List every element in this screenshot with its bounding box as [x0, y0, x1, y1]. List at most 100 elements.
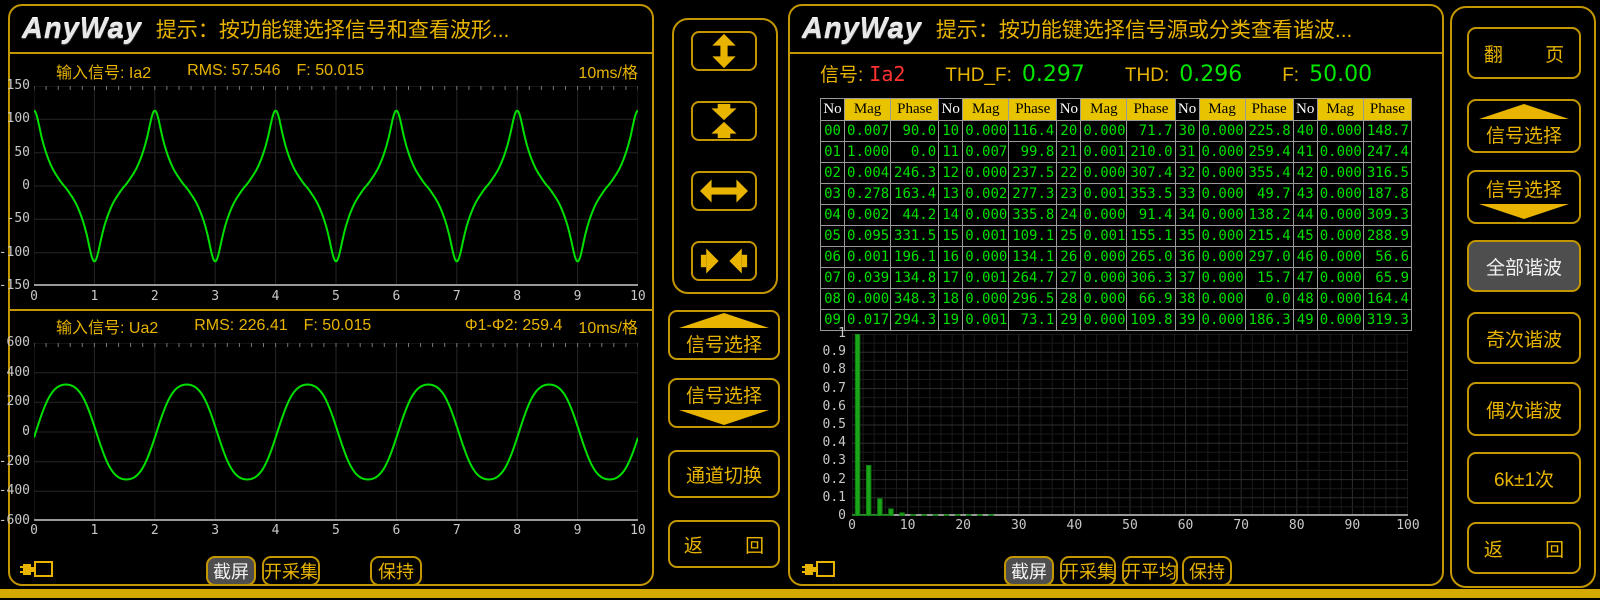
channel-switch-button[interactable]: 通道切换 [668, 450, 780, 498]
table-header-phase: Phase [1009, 99, 1057, 121]
signal-select-down-label-right: 信号选择 [1486, 175, 1562, 202]
harmonic-no: 46 [1293, 247, 1317, 268]
scope1-x-axis: 012345678910 [34, 289, 638, 304]
scope1-signal-label: 输入信号: Ia2 [56, 59, 151, 83]
harmonic-phase: 109.8 [1127, 310, 1175, 331]
spectrum-y-axis: 10.90.80.70.60.50.40.30.20.10 [814, 334, 846, 516]
compress-vertical-button[interactable] [691, 101, 757, 141]
harmonic-no: 30 [1175, 121, 1199, 142]
harmonic-phase: 225.8 [1245, 121, 1293, 142]
harmonic-phase: 134.1 [1009, 247, 1057, 268]
harmonic-mag: 0.007 [845, 121, 891, 142]
odd-harmonics-button[interactable]: 奇次谐波 [1467, 312, 1581, 364]
table-row: 040.00244.2140.000335.8240.00091.4340.00… [821, 205, 1412, 226]
harmonic-phase: 306.3 [1127, 268, 1175, 289]
start-averaging-button[interactable]: 开平均 [1122, 556, 1178, 586]
harmonic-no: 26 [1057, 247, 1081, 268]
return-button-left[interactable]: 返 回 [668, 520, 780, 568]
expand-vertical-button[interactable] [691, 31, 757, 71]
harmonic-phase: 215.4 [1245, 226, 1293, 247]
harmonic-no: 31 [1175, 142, 1199, 163]
harmonic-mag: 0.000 [1317, 289, 1363, 310]
harmonic-mag: 0.000 [1199, 268, 1245, 289]
harmonic-mag: 0.000 [1317, 205, 1363, 226]
harmonic-no: 44 [1293, 205, 1317, 226]
harmonic-phase: 210.0 [1127, 142, 1175, 163]
harmonic-phase: 265.0 [1127, 247, 1175, 268]
harmonic-no: 47 [1293, 268, 1317, 289]
harmonic-no: 20 [1057, 121, 1081, 142]
harmonic-phase: 49.7 [1245, 184, 1293, 205]
thdf-label: THD_F: [945, 65, 1012, 87]
harmonic-phase: 331.5 [891, 226, 939, 247]
harmonic-phase: 237.5 [1009, 163, 1057, 184]
harmonic-no: 16 [939, 247, 963, 268]
harmonic-no: 08 [821, 289, 845, 310]
harmonic-phase: 353.5 [1127, 184, 1175, 205]
signal-select-down-button-right[interactable]: 信号选择 [1467, 170, 1581, 224]
return-button-right[interactable]: 返 回 [1467, 522, 1581, 574]
even-harmonics-button[interactable]: 偶次谐波 [1467, 382, 1581, 436]
harmonic-mag: 0.000 [963, 163, 1009, 184]
harmonic-mag: 0.000 [1317, 142, 1363, 163]
spectrum-plot [852, 334, 1408, 516]
harmonic-no: 25 [1057, 226, 1081, 247]
harmonic-mag: 0.000 [1199, 310, 1245, 331]
harmonic-no: 00 [821, 121, 845, 142]
screenshot-button[interactable]: 截屏 [206, 556, 256, 586]
expand-horizontal-button[interactable] [691, 171, 757, 211]
hold-button[interactable]: 保持 [370, 556, 422, 586]
all-harmonics-button[interactable]: 全部谐波 [1467, 240, 1581, 292]
signal-value: Ia2 [869, 62, 905, 86]
scope2-x-axis: 012345678910 [34, 523, 638, 538]
hold-button-right[interactable]: 保持 [1182, 556, 1232, 586]
harmonic-no: 18 [939, 289, 963, 310]
harmonic-phase: 355.4 [1245, 163, 1293, 184]
scope2-header: 输入信号: Ua2 RMS: 226.41 F: 50.015 Φ1-Φ2: 2… [56, 315, 642, 337]
harmonic-phase: 164.4 [1363, 289, 1411, 310]
harmonic-no: 17 [939, 268, 963, 289]
harmonic-phase: 134.8 [891, 268, 939, 289]
harmonic-mag: 0.000 [1199, 163, 1245, 184]
table-header-no: No [1293, 99, 1317, 121]
harmonic-mag: 0.000 [845, 289, 891, 310]
harmonic-phase: 15.7 [1245, 268, 1293, 289]
harmonic-phase: 0.0 [1245, 289, 1293, 310]
table-header-phase: Phase [1127, 99, 1175, 121]
signal-select-up-button-right[interactable]: 信号选择 [1467, 99, 1581, 153]
harmonic-no: 24 [1057, 205, 1081, 226]
screenshot-button-right[interactable]: 截屏 [1004, 556, 1054, 586]
triangle-up-icon [679, 313, 769, 328]
compress-horizontal-button[interactable] [691, 241, 757, 281]
table-row: 020.004246.3120.000237.5220.000307.4320.… [821, 163, 1412, 184]
start-acquisition-button-right[interactable]: 开采集 [1060, 556, 1116, 586]
compress-horizontal-icon [699, 245, 749, 277]
harmonic-mag: 0.001 [1081, 142, 1127, 163]
signal-select-down-button[interactable]: 信号选择 [668, 378, 780, 428]
6k-plus-minus-1-button[interactable]: 6k±1次 [1467, 452, 1581, 504]
table-header-no: No [939, 99, 963, 121]
table-row: 011.0000.0110.00799.8210.001210.0310.000… [821, 142, 1412, 163]
scope-divider [10, 309, 652, 311]
harmonic-phase: 259.4 [1245, 142, 1293, 163]
harmonics-panel: AnyWay 提示：按功能键选择信号源或分类查看谐波... 信号: Ia2 TH… [788, 4, 1444, 586]
triangle-up-icon [1479, 104, 1569, 119]
harmonic-phase: 65.9 [1363, 268, 1411, 289]
harmonic-mag: 0.002 [963, 184, 1009, 205]
harmonic-mag: 0.000 [1081, 205, 1127, 226]
harmonic-phase: 196.1 [891, 247, 939, 268]
signal-select-up-button[interactable]: 信号选择 [668, 310, 780, 360]
compress-vertical-icon [700, 103, 748, 139]
start-acquisition-button[interactable]: 开采集 [262, 556, 320, 586]
harmonic-mag: 0.039 [845, 268, 891, 289]
page-flip-button[interactable]: 翻 页 [1467, 27, 1581, 79]
scope1-header: 输入信号: Ia2 RMS: 57.546 F: 50.015 10ms/格 [56, 60, 642, 82]
usb-icon [20, 558, 54, 580]
harmonic-mag: 0.000 [1199, 289, 1245, 310]
harmonic-mag: 0.095 [845, 226, 891, 247]
table-header-mag: Mag [1317, 99, 1363, 121]
scope2-waveform [34, 343, 638, 521]
harmonic-no: 49 [1293, 310, 1317, 331]
harmonic-no: 11 [939, 142, 963, 163]
harmonic-mag: 0.000 [1199, 121, 1245, 142]
